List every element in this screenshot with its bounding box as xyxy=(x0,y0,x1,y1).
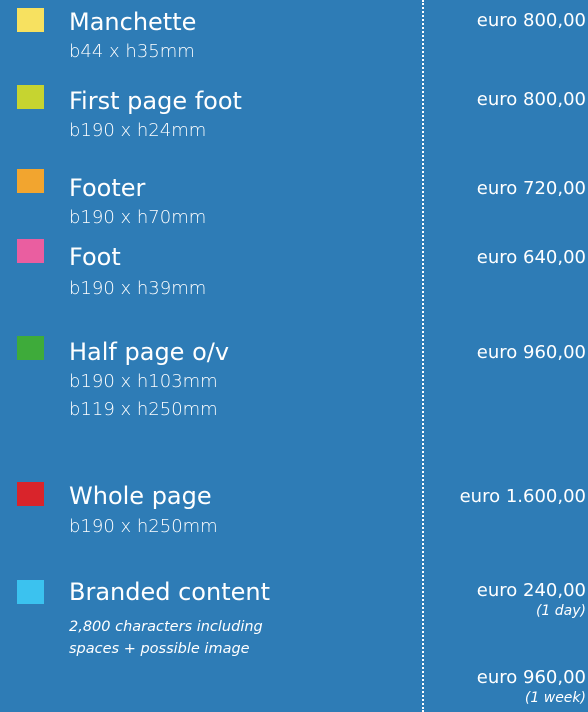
color-swatch-red xyxy=(17,482,44,506)
item-price-note-week: (1 week) xyxy=(524,690,586,706)
item-description-line: 2,800 characters including xyxy=(69,619,263,635)
item-price-day: euro 240,00 xyxy=(476,580,586,601)
item-price: euro 640,00 xyxy=(476,247,586,268)
item-dimensions: b44 x h35mm xyxy=(69,41,195,62)
item-dimensions: b190 x h250mm xyxy=(69,516,218,537)
color-swatch-lime xyxy=(17,85,44,109)
color-swatch-orange xyxy=(17,169,44,193)
item-title: Branded content xyxy=(69,578,270,606)
color-swatch-green xyxy=(17,336,44,360)
item-description-line: spaces + possible image xyxy=(69,641,250,657)
dotted-divider xyxy=(422,0,424,712)
item-price: euro 720,00 xyxy=(476,178,586,199)
item-price: euro 960,00 xyxy=(476,342,586,363)
item-price: euro 800,00 xyxy=(476,89,586,110)
item-dimensions-alt: b119 x h250mm xyxy=(69,399,218,420)
item-title: Footer xyxy=(69,174,146,202)
color-swatch-cyan xyxy=(17,580,44,604)
item-dimensions: b190 x h70mm xyxy=(69,207,207,228)
item-dimensions: b190 x h103mm xyxy=(69,371,218,392)
item-price: euro 1.600,00 xyxy=(459,486,586,507)
item-title: Whole page xyxy=(69,482,212,510)
item-title: Foot xyxy=(69,243,121,271)
item-dimensions: b190 x h24mm xyxy=(69,120,207,141)
item-title: First page foot xyxy=(69,87,242,115)
item-price: euro 800,00 xyxy=(476,10,586,31)
item-price-note-day: (1 day) xyxy=(535,603,586,619)
item-price-week: euro 960,00 xyxy=(476,667,586,688)
color-swatch-yellow xyxy=(17,8,44,32)
color-swatch-pink xyxy=(17,239,44,263)
item-title: Half page o/v xyxy=(69,338,230,366)
item-dimensions: b190 x h39mm xyxy=(69,278,207,299)
item-title: Manchette xyxy=(69,8,197,36)
